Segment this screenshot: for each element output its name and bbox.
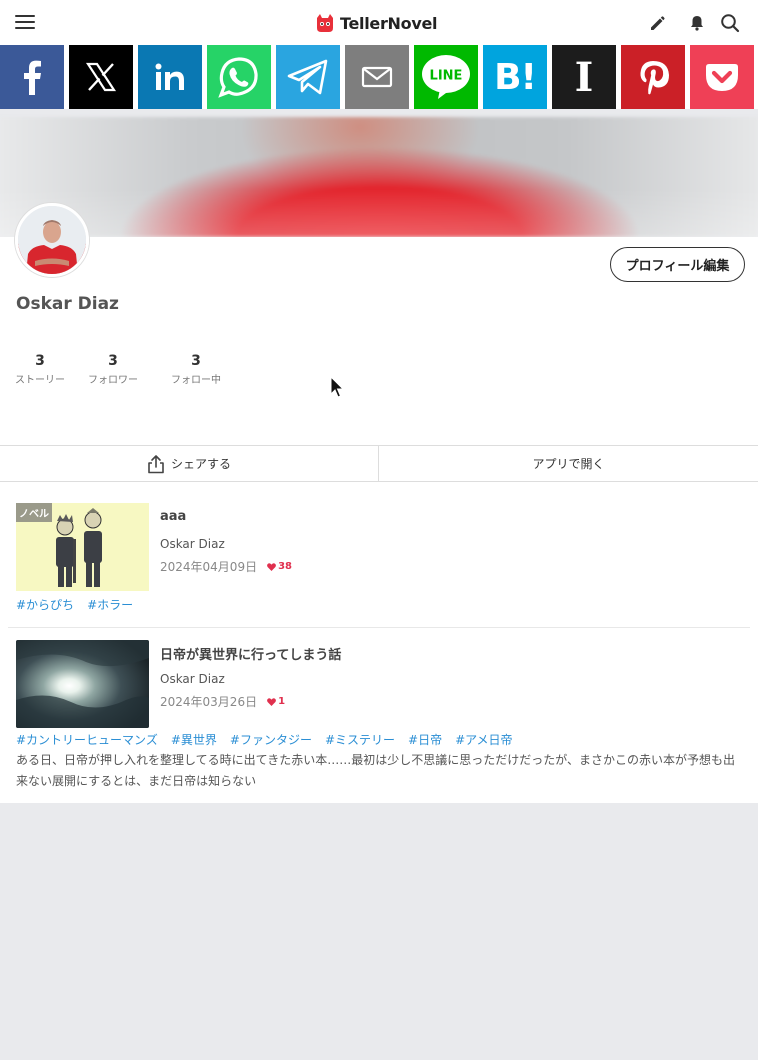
open-app-label: アプリで開く <box>532 457 605 471</box>
heart-icon <box>267 562 277 571</box>
story-date: 2024年04月09日 <box>160 560 258 574</box>
hamburger-menu-icon[interactable] <box>15 15 35 30</box>
story-likes-count: 38 <box>278 561 293 572</box>
profile-actions-bar: シェアする アプリで開く <box>0 445 758 482</box>
stat-followers-label: フォロワー <box>88 375 138 386</box>
avatar-person-image <box>18 206 86 274</box>
story-author[interactable]: Oskar Diaz <box>160 537 225 551</box>
top-header: TellerNovel <box>0 0 758 45</box>
bell-icon[interactable] <box>686 12 708 34</box>
x-icon <box>85 62 117 92</box>
instapaper-share-button[interactable]: I <box>552 45 616 109</box>
edit-profile-button[interactable]: プロフィール編集 <box>610 247 745 282</box>
logo-text: TellerNovel <box>340 13 438 33</box>
email-share-button[interactable] <box>345 45 409 109</box>
story-meta: 2024年04月09日 38 <box>160 558 292 575</box>
stat-followers[interactable]: 3 フォロワー <box>86 353 140 386</box>
story-likes-count: 1 <box>278 696 286 707</box>
stat-followers-count: 3 <box>108 353 118 369</box>
story-meta: 2024年03月26日 1 <box>160 693 285 710</box>
tag-link[interactable]: #からぴち <box>16 596 74 613</box>
x-share-button[interactable] <box>69 45 133 109</box>
story-likes: 38 <box>267 561 292 572</box>
line-label: LINE <box>430 69 463 84</box>
story-thumbnail[interactable] <box>16 640 149 728</box>
story-item: 日帝が異世界に行ってしまう話 Oskar Diaz 2024年03月26日 1 … <box>0 628 758 803</box>
telegram-icon <box>287 59 328 95</box>
tag-link[interactable]: #異世界 <box>171 731 217 748</box>
story-tags: #からぴち #ホラー <box>16 596 133 613</box>
stat-following-count: 3 <box>191 353 201 369</box>
story-title[interactable]: 日帝が異世界に行ってしまう話 <box>160 644 341 663</box>
story-title[interactable]: aaa <box>160 509 186 524</box>
email-icon <box>361 66 393 88</box>
pocket-icon <box>706 64 738 91</box>
share-label: シェアする <box>170 457 231 471</box>
pocket-share-button[interactable] <box>690 45 754 109</box>
heart-icon <box>267 697 277 706</box>
story-date: 2024年03月26日 <box>160 695 258 709</box>
mouse-cursor-icon <box>330 376 344 398</box>
cover-shade <box>0 117 758 237</box>
share-button[interactable]: シェアする <box>0 446 378 481</box>
story-description: ある日、日帝が押し入れを整理してる時に出てきた赤い本……最初は少し不思議に思った… <box>16 753 736 788</box>
tag-link[interactable]: #アメ日帝 <box>455 731 512 748</box>
tag-link[interactable]: #日帝 <box>408 731 442 748</box>
story-likes: 1 <box>267 696 285 707</box>
story-author[interactable]: Oskar Diaz <box>160 672 225 686</box>
telegram-share-button[interactable] <box>276 45 340 109</box>
story-type-badge: ノベル <box>16 503 52 522</box>
linkedin-share-button[interactable] <box>138 45 202 109</box>
linkedin-icon <box>155 63 184 90</box>
social-share-bar: LINE B! I <box>0 45 758 109</box>
stat-stories-count: 3 <box>35 353 45 369</box>
tellernovel-logo-icon <box>317 14 333 32</box>
hatena-label: B! <box>494 56 537 98</box>
line-icon: LINE <box>422 55 470 99</box>
stat-stories-label: ストーリー <box>15 375 65 386</box>
story-list: ノベル aaa Oskar Diaz 2024年04月09日 38 #からぴち … <box>0 482 758 803</box>
stat-stories[interactable]: 3 ストーリー <box>14 353 66 386</box>
search-icon[interactable] <box>719 12 741 34</box>
hatena-share-button[interactable]: B! <box>483 45 547 109</box>
avatar[interactable] <box>15 203 89 277</box>
stat-following[interactable]: 3 フォロー中 <box>169 353 223 386</box>
facebook-icon <box>24 60 41 95</box>
tag-link[interactable]: #ホラー <box>87 596 133 613</box>
whatsapp-share-button[interactable] <box>207 45 271 109</box>
story-cover-image <box>16 640 149 728</box>
pencil-icon[interactable] <box>647 12 669 34</box>
tellernovel-logo[interactable]: TellerNovel <box>314 12 438 34</box>
stat-following-label: フォロー中 <box>171 375 221 386</box>
whatsapp-icon <box>218 57 258 98</box>
instapaper-label: I <box>574 53 594 101</box>
pinterest-share-button[interactable] <box>621 45 685 109</box>
tag-link[interactable]: #ミステリー <box>325 731 395 748</box>
open-app-button[interactable]: アプリで開く <box>379 446 758 481</box>
profile-name: Oskar Diaz <box>16 294 119 314</box>
pinterest-icon <box>640 61 669 95</box>
story-item: ノベル aaa Oskar Diaz 2024年04月09日 38 #からぴち … <box>0 482 758 628</box>
facebook-share-button[interactable] <box>0 45 64 109</box>
story-tags: #カントリーヒューマンズ #異世界 #ファンタジー #ミステリー #日帝 #アメ… <box>16 731 513 748</box>
tag-link[interactable]: #ファンタジー <box>230 731 312 748</box>
share-icon <box>148 454 164 473</box>
tag-link[interactable]: #カントリーヒューマンズ <box>16 731 158 748</box>
story-thumbnail[interactable]: ノベル <box>16 503 149 591</box>
line-share-button[interactable]: LINE <box>414 45 478 109</box>
